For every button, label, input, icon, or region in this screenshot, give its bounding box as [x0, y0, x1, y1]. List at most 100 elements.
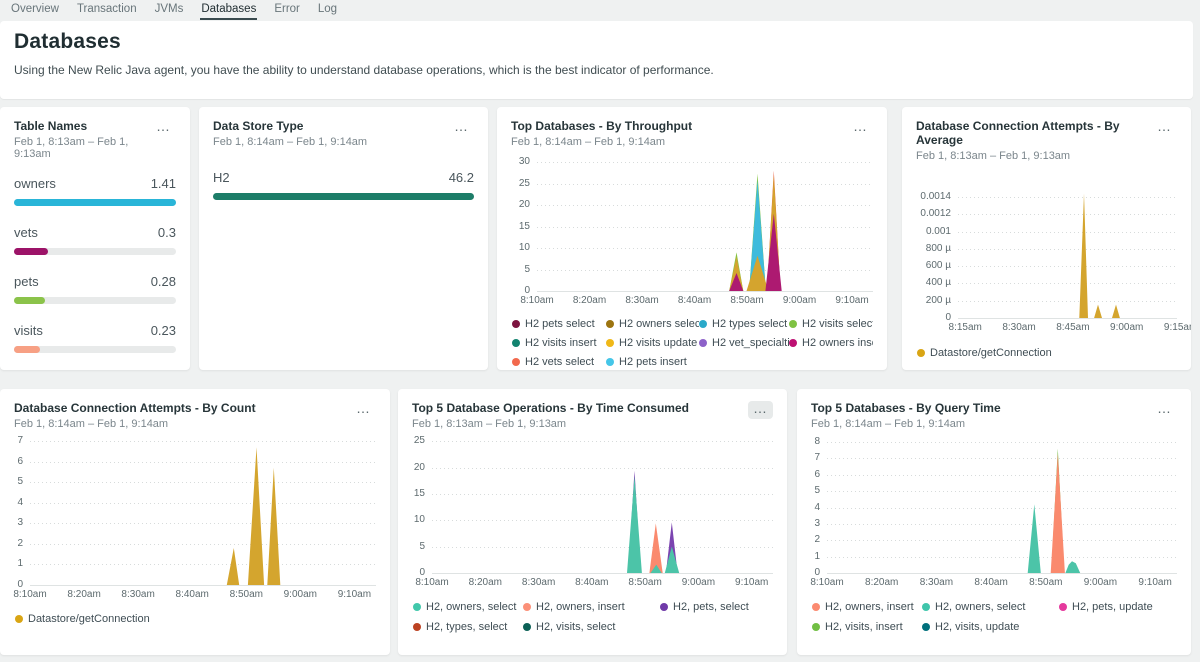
card-title: Top Databases - By Throughput — [511, 119, 692, 133]
legend-dot — [1059, 603, 1067, 611]
legend-item-h2-owners-insert[interactable]: H2, owners, insert — [523, 601, 660, 613]
tab-databases[interactable]: Databases — [200, 0, 257, 20]
x-tick-label: 9:15am — [1164, 322, 1191, 334]
card-menu-button[interactable]: … — [449, 119, 474, 137]
card-menu-button[interactable]: … — [151, 119, 176, 137]
tab-overview[interactable]: Overview — [10, 0, 60, 18]
tab-jvms[interactable]: JVMs — [154, 0, 185, 18]
x-tick-label: 9:10am — [338, 589, 371, 601]
y-tick-label: 20 — [511, 199, 530, 211]
y-tick-label: 6 — [14, 456, 23, 468]
db-connection-attempts-by-average-canvas[interactable] — [958, 184, 1177, 318]
legend-item-h2-pets-select[interactable]: H2 pets select — [512, 318, 606, 330]
legend-item-h2-visits-update[interactable]: H2 visits update — [606, 337, 699, 349]
card-timerange: Feb 1, 8:14am – Feb 1, 9:14am — [511, 136, 692, 148]
x-tick-label: 8:30am — [625, 295, 658, 307]
legend-label: H2, pets, update — [1072, 601, 1153, 613]
card-menu-button[interactable]: … — [1152, 119, 1177, 137]
legend-dot — [606, 320, 614, 328]
tab-log[interactable]: Log — [317, 0, 338, 18]
bar-value: 1.41 — [151, 176, 176, 191]
legend-item-h2-vets-select[interactable]: H2 vets select — [512, 356, 606, 368]
legend-item-h2-pets-select[interactable]: H2, pets, select — [660, 601, 773, 613]
top5-databases-by-query-time-canvas[interactable] — [827, 438, 1177, 573]
card-menu-button[interactable]: … — [351, 401, 376, 419]
y-tick-label: 1 — [14, 558, 23, 570]
card-timerange: Feb 1, 8:13am – Feb 1, 9:13am — [412, 418, 689, 430]
legend-dot — [660, 603, 668, 611]
bar-label: owners — [14, 176, 56, 191]
legend-label: H2 pets select — [525, 318, 595, 330]
legend-dot — [523, 603, 531, 611]
bar-row-pets[interactable]: pets0.28 — [14, 274, 176, 304]
page-description: Using the New Relic Java agent, you have… — [14, 63, 1193, 77]
legend-item-h2-pets-insert[interactable]: H2 pets insert — [606, 356, 699, 368]
legend-item-h2-visits-insert[interactable]: H2, visits, insert — [812, 621, 922, 633]
legend-item-h2-visits-insert[interactable]: H2 visits insert — [512, 337, 606, 349]
legend-dot — [606, 339, 614, 347]
legend-item-h2-visits-select[interactable]: H2, visits, select — [523, 621, 660, 633]
legend-item-h2-visits-update[interactable]: H2, visits, update — [922, 621, 1059, 633]
legend-dot — [812, 623, 820, 631]
y-tick-label: 25 — [412, 435, 425, 447]
db-connection-attempts-by-count-canvas[interactable] — [30, 438, 376, 585]
bar-row-owners[interactable]: owners 1.41 — [14, 176, 176, 206]
card-menu-button[interactable]: … — [1152, 401, 1177, 419]
bar-row-visits[interactable]: visits0.23 — [14, 323, 176, 353]
bar-row-h2[interactable]: H246.2 — [213, 170, 474, 200]
y-tick-label: 5 — [412, 541, 425, 553]
avg-connection-chart[interactable]: 0.00140.00120.001800 µ600 µ400 µ200 µ08:… — [916, 184, 1177, 334]
card-table-names: Table Names Feb 1, 8:13am – Feb 1, 9:13a… — [0, 107, 190, 370]
y-tick-label: 10 — [511, 242, 530, 254]
legend-item-h2-types-select[interactable]: H2, types, select — [413, 621, 523, 633]
top-tab-bar: Overview Transaction JVMs Databases Error Log — [0, 0, 1200, 21]
legend-label: H2 visits update — [619, 337, 697, 349]
legend-label: H2 owners insert — [802, 337, 873, 349]
y-tick-label: 400 µ — [916, 277, 951, 289]
card-timerange: Feb 1, 8:13am – Feb 1, 9:13am — [916, 150, 1152, 162]
query-time-chart[interactable]: 8765432108:10am8:20am8:30am8:40am8:50am9… — [811, 438, 1177, 589]
x-tick-label: 8:50am — [730, 295, 763, 307]
x-tick-label: 8:45am — [1056, 322, 1089, 334]
x-tick-label: 9:10am — [735, 577, 768, 589]
card-title: Top 5 Databases - By Query Time — [811, 401, 1001, 415]
legend-label: H2, owners, insert — [536, 601, 625, 613]
y-tick-label: 600 µ — [916, 260, 951, 272]
card-timerange: Feb 1, 8:13am – Feb 1, 9:13am — [14, 136, 151, 160]
bar-value: 46.2 — [449, 170, 474, 185]
legend-item-h2-owners-select[interactable]: H2 owners select — [606, 318, 699, 330]
legend-item-h2-pets-update[interactable]: H2, pets, update — [1059, 601, 1177, 613]
y-tick-label: 4 — [14, 497, 23, 509]
tab-transaction[interactable]: Transaction — [76, 0, 138, 18]
bar-label: visits — [14, 323, 43, 338]
legend-item-h2-owners-select[interactable]: H2, owners, select — [413, 601, 523, 613]
bar-label: pets — [14, 274, 39, 289]
y-tick-label: 2 — [811, 534, 820, 546]
page-header: Databases Using the New Relic Java agent… — [0, 21, 1193, 99]
legend-item-h2-owners-insert[interactable]: H2 owners insert — [789, 337, 873, 349]
legend-item-h2-visits-select[interactable]: H2 visits select — [789, 318, 873, 330]
bar-fill — [14, 248, 48, 255]
card-menu-button[interactable]: … — [748, 401, 773, 419]
legend-item-h2-owners-insert[interactable]: H2, owners, insert — [812, 601, 922, 613]
card-top5-operations-by-time-consumed: Top 5 Database Operations - By Time Cons… — [398, 389, 787, 655]
top-databases-by-throughput-canvas[interactable] — [537, 160, 873, 291]
legend-item-h2-owners-select[interactable]: H2, owners, select — [922, 601, 1059, 613]
throughput-chart[interactable]: 3025201510508:10am8:20am8:30am8:40am8:50… — [511, 160, 873, 307]
legend-item-h2-vet-specialti[interactable]: H2 vet_specialti… — [699, 337, 789, 349]
bar-row-vets[interactable]: vets0.3 — [14, 225, 176, 255]
legend-dot — [15, 615, 23, 623]
card-menu-button[interactable]: … — [848, 119, 873, 137]
tab-error[interactable]: Error — [273, 0, 301, 18]
x-tick-label: 8:20am — [865, 577, 898, 589]
legend-item-datastore-getconnection[interactable]: Datastore/getConnection — [917, 347, 1177, 359]
legend-item-h2-types-select[interactable]: H2 types select — [699, 318, 789, 330]
legend-label: H2, owners, select — [426, 601, 516, 613]
x-tick-label: 8:20am — [469, 577, 502, 589]
card-timerange: Feb 1, 8:14am – Feb 1, 9:14am — [14, 418, 256, 430]
legend-item-datastore-getconnection[interactable]: Datastore/getConnection — [15, 613, 376, 625]
legend-dot — [789, 320, 797, 328]
count-connection-chart[interactable]: 765432108:10am8:20am8:30am8:40am8:50am9:… — [14, 438, 376, 601]
top5-db-operations-by-time-consumed-canvas[interactable] — [432, 438, 773, 573]
time-consumed-chart[interactable]: 25201510508:10am8:20am8:30am8:40am8:50am… — [412, 438, 773, 589]
